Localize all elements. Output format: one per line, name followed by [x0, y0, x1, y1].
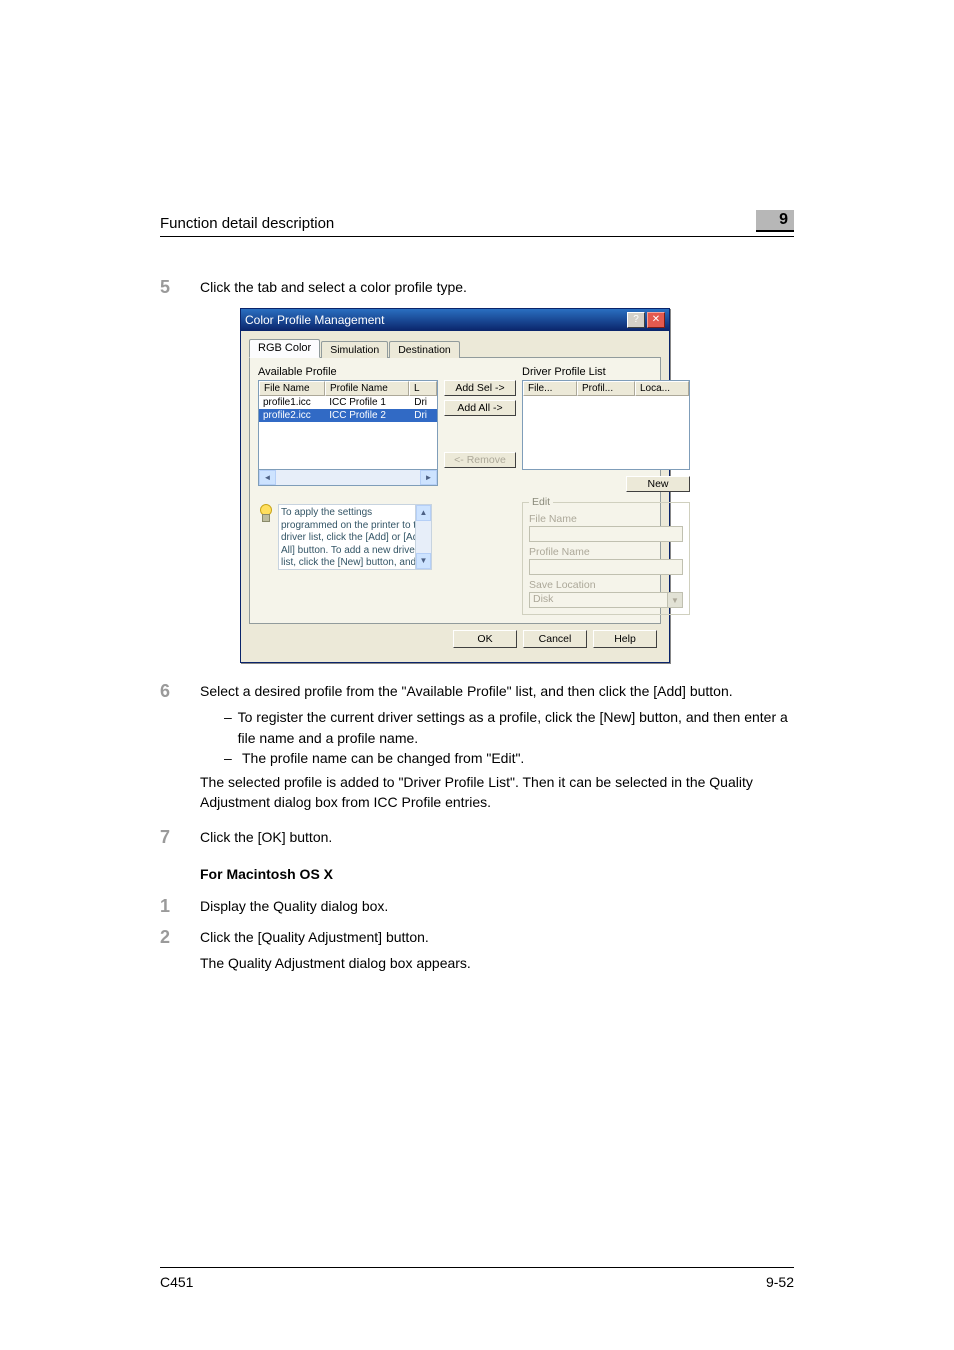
- tip-scrollbar[interactable]: ▲ ▼: [415, 505, 431, 569]
- profile-name-label: Profile Name: [529, 546, 683, 558]
- col-file[interactable]: File...: [523, 381, 577, 396]
- save-location-label: Save Location: [529, 579, 683, 591]
- tip-text: To apply the settings programmed on the …: [278, 504, 432, 570]
- lightbulb-icon: [258, 504, 272, 524]
- available-profile-label: Available Profile: [258, 366, 438, 378]
- save-location-select[interactable]: Disk ▼: [529, 592, 683, 608]
- file-name-field[interactable]: [529, 526, 683, 542]
- step-6-bullet-2: The profile name can be changed from "Ed…: [242, 748, 524, 768]
- footer-model: C451: [160, 1274, 193, 1290]
- add-selected-button[interactable]: Add Sel ->: [444, 380, 516, 396]
- tab-destination[interactable]: Destination: [389, 341, 460, 358]
- ok-button[interactable]: OK: [453, 630, 517, 648]
- file-name-label: File Name: [529, 513, 683, 525]
- new-button[interactable]: New: [626, 476, 690, 492]
- list-row[interactable]: profile2.icc ICC Profile 2 Dri: [259, 409, 437, 422]
- driver-profile-list-label: Driver Profile List: [522, 366, 690, 378]
- mac-section-heading: For Macintosh OS X: [200, 866, 794, 882]
- col-location[interactable]: L: [409, 381, 437, 396]
- dialog-title: Color Profile Management: [245, 313, 384, 327]
- chevron-down-icon[interactable]: ▼: [668, 592, 683, 608]
- tab-simulation[interactable]: Simulation: [321, 341, 388, 358]
- profile-name-field[interactable]: [529, 559, 683, 575]
- scroll-right-icon[interactable]: ►: [420, 470, 437, 485]
- chapter-number-badge: 9: [756, 210, 794, 232]
- step-6-after: The selected profile is added to "Driver…: [200, 772, 794, 813]
- available-profile-list[interactable]: File Name Profile Name L profile1.icc IC…: [258, 380, 438, 470]
- step-6-bullet-1: To register the current driver settings …: [238, 707, 794, 748]
- scroll-left-icon[interactable]: ◄: [259, 470, 276, 485]
- available-profile-scrollbar[interactable]: ◄ ►: [258, 470, 438, 486]
- step-5-text: Click the tab and select a color profile…: [200, 277, 467, 298]
- col-profile[interactable]: Profil...: [577, 381, 635, 396]
- page-header-title: Function detail description: [160, 215, 334, 232]
- tab-rgb-color[interactable]: RGB Color: [249, 339, 320, 358]
- scroll-up-icon[interactable]: ▲: [416, 505, 431, 521]
- step-6-text: Select a desired profile from the "Avail…: [200, 681, 794, 701]
- step-5-number: 5: [160, 277, 200, 298]
- mac-step-2-number: 2: [160, 927, 200, 974]
- edit-group: Edit File Name Profile Name Save Locatio…: [522, 502, 690, 615]
- help-button[interactable]: Help: [593, 630, 657, 648]
- mac-step-1-number: 1: [160, 896, 200, 917]
- cancel-button[interactable]: Cancel: [523, 630, 587, 648]
- mac-step-1-text: Display the Quality dialog box.: [200, 896, 388, 917]
- list-row[interactable]: profile1.icc ICC Profile 1 Dri: [259, 396, 437, 409]
- mac-step-2-text: Click the [Quality Adjustment] button.: [200, 927, 471, 947]
- color-profile-management-dialog: Color Profile Management ? ✕ RGB Color S…: [240, 308, 794, 663]
- remove-button[interactable]: <- Remove: [444, 452, 516, 468]
- dialog-close-button[interactable]: ✕: [647, 312, 665, 328]
- step-6-number: 6: [160, 681, 200, 813]
- col-profile-name[interactable]: Profile Name: [325, 381, 409, 396]
- footer-page: 9-52: [766, 1274, 794, 1290]
- step-7-text: Click the [OK] button.: [200, 827, 332, 848]
- col-loca[interactable]: Loca...: [635, 381, 689, 396]
- driver-profile-list[interactable]: File... Profil... Loca...: [522, 380, 690, 470]
- col-file-name[interactable]: File Name: [259, 381, 325, 396]
- scroll-down-icon[interactable]: ▼: [416, 553, 431, 569]
- add-all-button[interactable]: Add All ->: [444, 400, 516, 416]
- edit-group-title: Edit: [529, 496, 553, 508]
- step-7-number: 7: [160, 827, 200, 848]
- dialog-help-button[interactable]: ?: [627, 312, 645, 328]
- mac-step-2-after: The Quality Adjustment dialog box appear…: [200, 953, 471, 973]
